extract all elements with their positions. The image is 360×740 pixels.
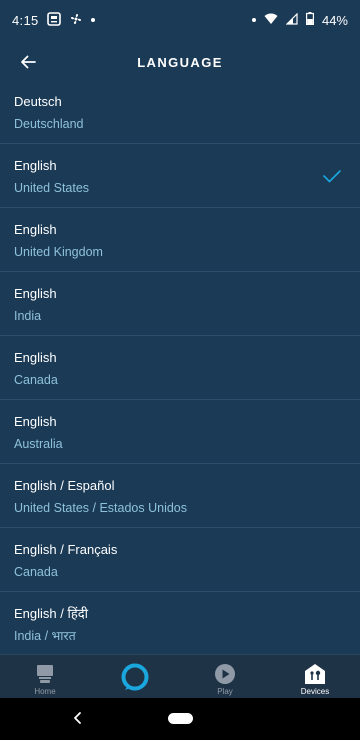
language-item-english-espanol[interactable]: English / Español United States / Estado… (0, 464, 360, 528)
language-name: English (14, 414, 57, 429)
notification-app-icon (46, 11, 61, 29)
battery-icon (305, 12, 314, 28)
page-title: LANGUAGE (137, 54, 223, 70)
system-home-button[interactable] (168, 713, 193, 724)
devices-icon (303, 663, 327, 685)
language-region: India (14, 309, 42, 323)
language-region: Australia (14, 437, 63, 451)
language-item-deutsch-deutschland[interactable]: Deutsch Deutschland (0, 80, 360, 144)
language-name: English (14, 286, 57, 301)
home-icon (33, 663, 57, 685)
nav-label: Home (34, 687, 56, 696)
app-header: LANGUAGE (0, 40, 360, 84)
signal-icon (285, 12, 298, 28)
language-item-english-india[interactable]: English India (0, 272, 360, 336)
status-left: 4:15 (12, 11, 95, 29)
language-name: English (14, 158, 57, 173)
language-item-english-united-states[interactable]: English United States (0, 144, 360, 208)
arrow-left-icon (21, 55, 36, 69)
language-item-english-francais[interactable]: English / Français Canada (0, 528, 360, 592)
system-nav-bar (0, 698, 360, 740)
language-region: United States (14, 181, 90, 195)
alexa-icon (119, 661, 151, 693)
checkmark-icon (323, 170, 341, 183)
system-back-icon[interactable] (70, 710, 86, 726)
back-button[interactable] (14, 48, 42, 76)
notification-dot-icon (90, 18, 95, 22)
language-item-english-united-kingdom[interactable]: English United Kingdom (0, 208, 360, 272)
language-region: Deutschland (14, 117, 84, 131)
play-icon (213, 663, 237, 685)
status-right: 44% (251, 12, 348, 28)
nav-play[interactable]: Play (180, 655, 270, 699)
bottom-nav: Home Play Devices (0, 654, 360, 699)
language-name: English / Español (14, 478, 115, 493)
language-name: English (14, 350, 57, 365)
nav-devices[interactable]: Devices (270, 655, 360, 699)
language-name: English / Français (14, 542, 118, 557)
language-name: English (14, 222, 57, 237)
language-region: Canada (14, 565, 58, 579)
language-name: Deutsch (14, 94, 62, 109)
language-item-english-australia[interactable]: English Australia (0, 400, 360, 464)
language-list: Deutsch Deutschland English United State… (0, 80, 360, 654)
language-name: English / हिंदी (14, 606, 89, 621)
nav-home[interactable]: Home (0, 655, 90, 699)
language-region: United States / Estados Unidos (14, 501, 188, 515)
language-item-english-hindi[interactable]: English / हिंदी India / भारत (0, 592, 360, 654)
battery-percent: 44% (321, 12, 348, 28)
language-item-english-canada[interactable]: English Canada (0, 336, 360, 400)
language-region: Canada (14, 373, 58, 387)
fan-icon (69, 12, 83, 29)
nav-label: Play (217, 687, 233, 696)
language-region: United Kingdom (14, 245, 103, 259)
language-region: India / भारत (14, 629, 76, 643)
status-bar: 4:15 44% (0, 0, 360, 40)
status-time: 4:15 (12, 12, 39, 28)
nav-label: Devices (300, 687, 330, 696)
notification-dot-icon (251, 18, 256, 22)
wifi-icon (264, 13, 278, 28)
nav-alexa[interactable] (90, 655, 180, 699)
